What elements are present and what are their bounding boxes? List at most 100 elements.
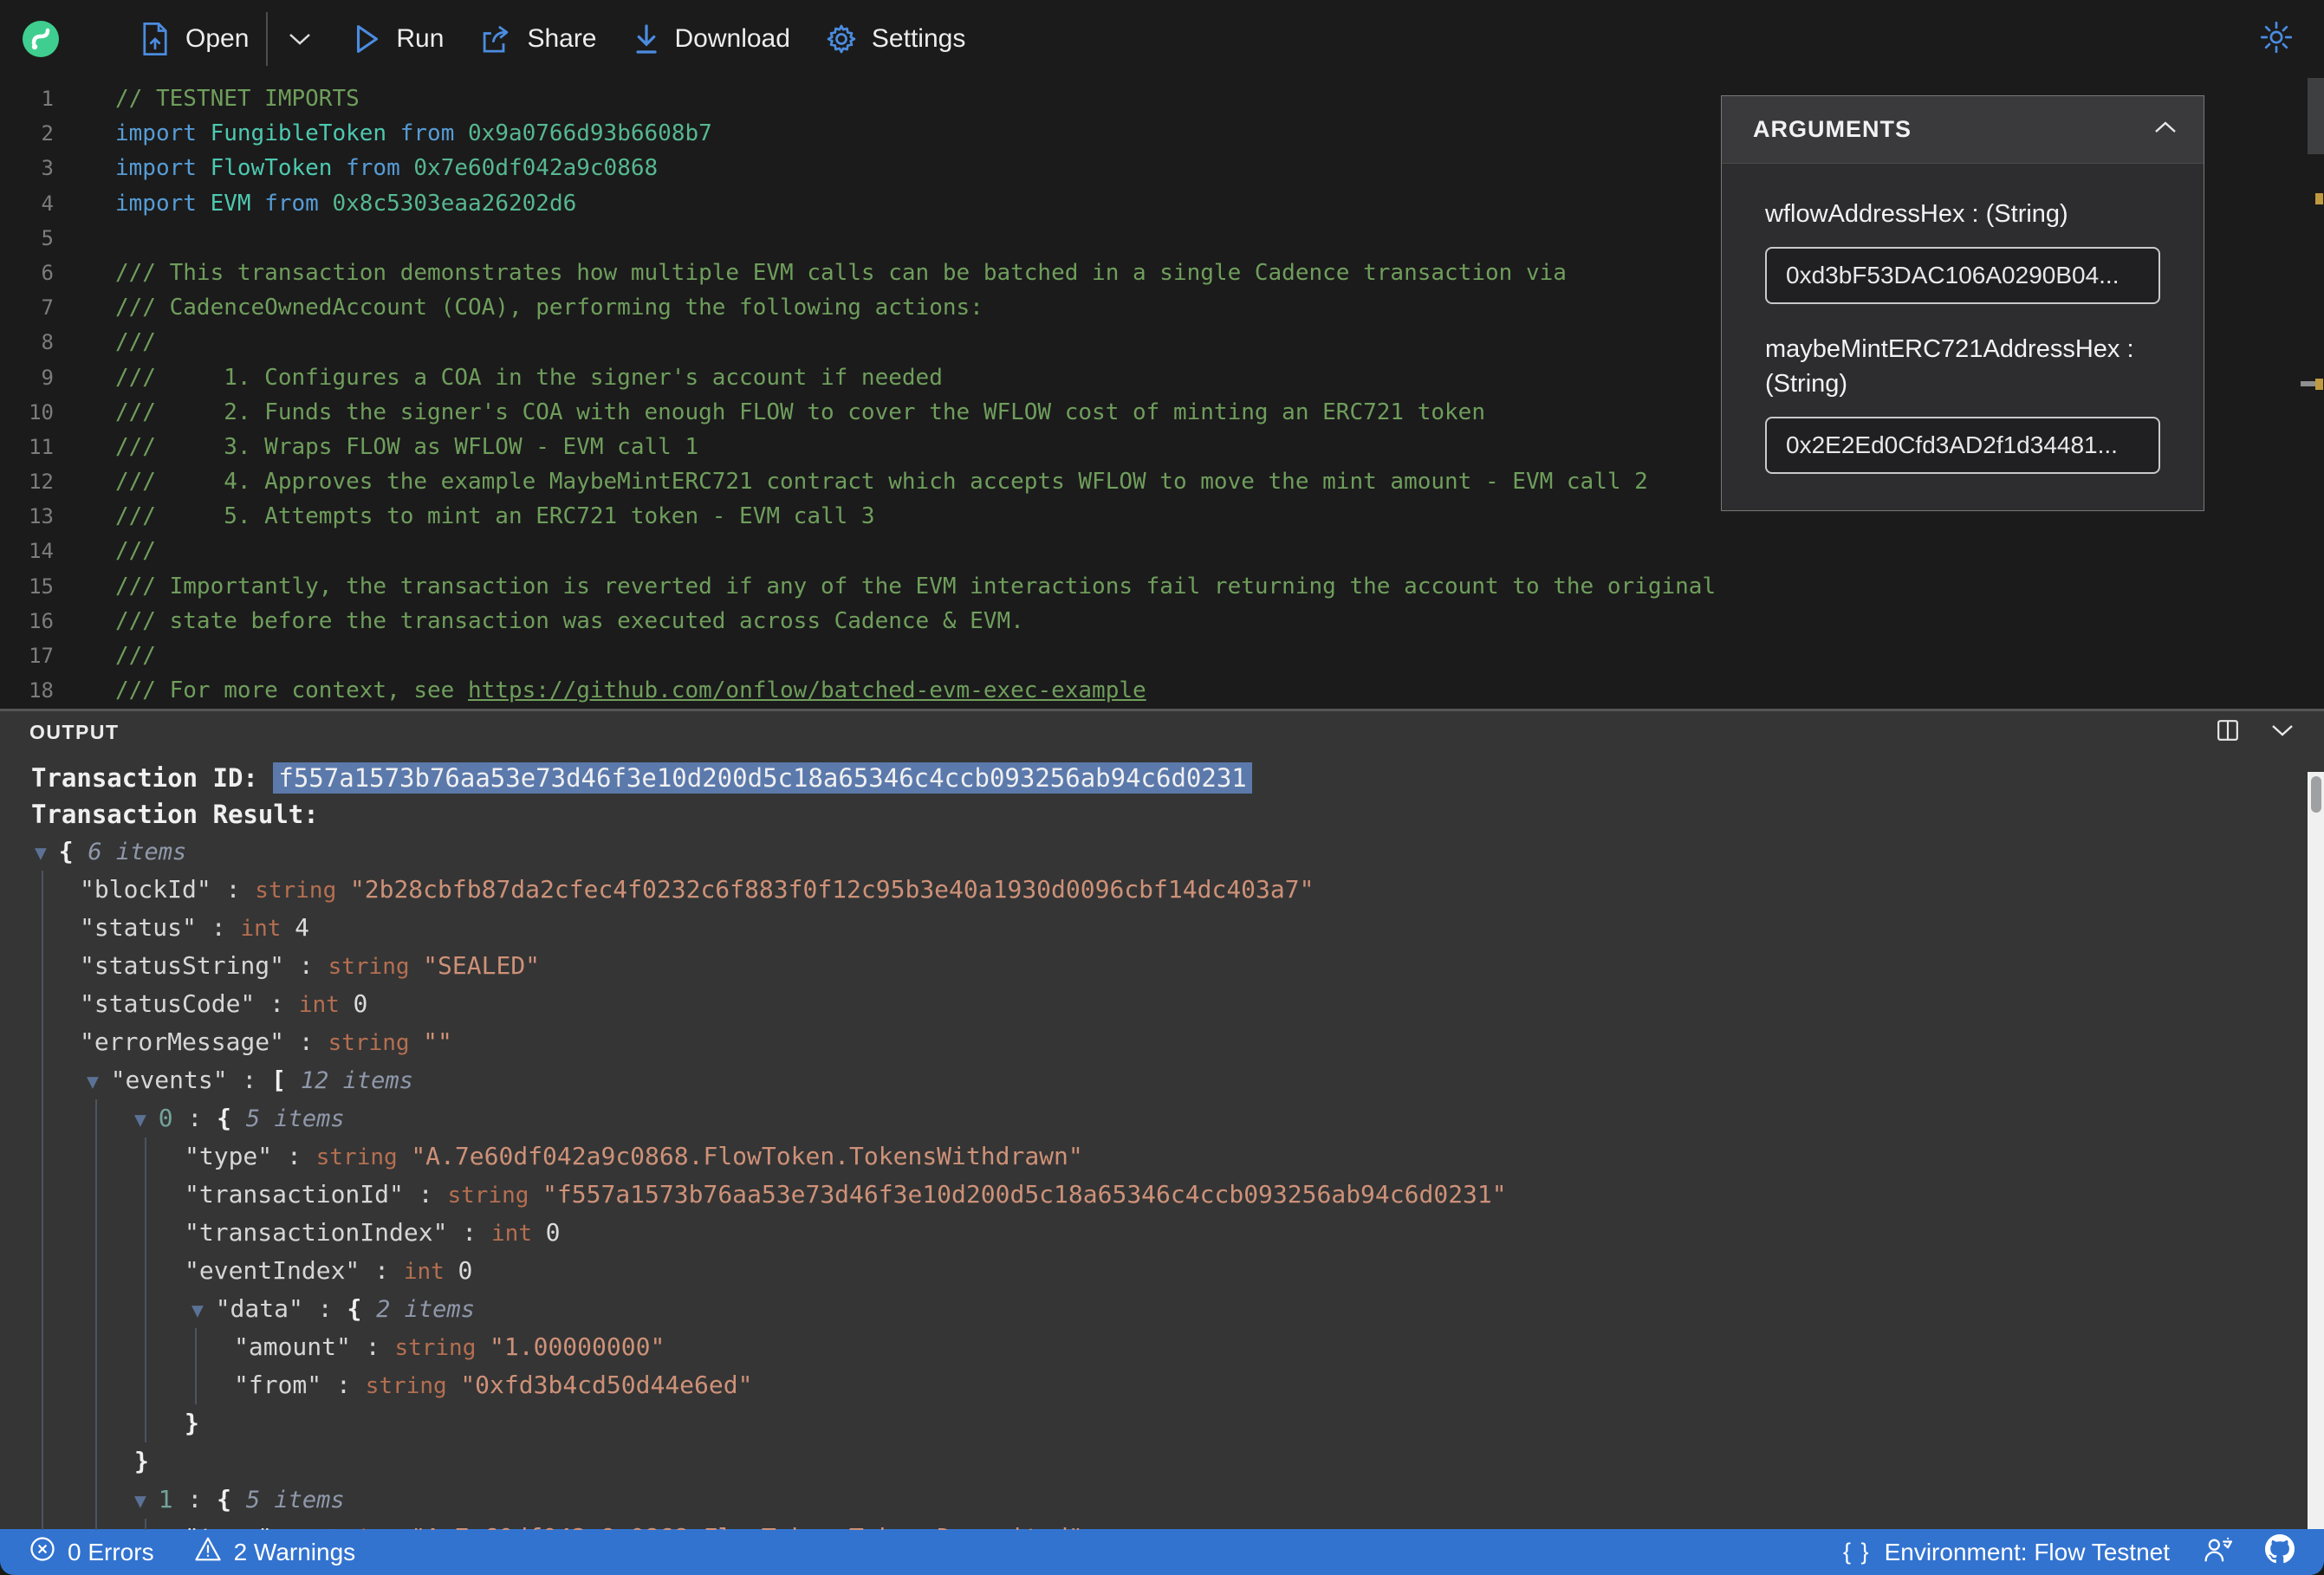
json-token: string <box>255 878 350 904</box>
code-token: /// 2. Funds the signer's COA with enoug… <box>115 399 1485 425</box>
collapse-toggle[interactable]: ▼ <box>87 1071 111 1093</box>
json-token: 0 <box>458 1256 473 1285</box>
line-number: 5 <box>41 225 54 250</box>
json-token: "data" <box>215 1294 303 1323</box>
line-number: 11 <box>29 434 54 459</box>
flow-logo-icon <box>23 21 59 57</box>
collapse-output-chevron-icon[interactable] <box>2270 723 2295 742</box>
code-token: from <box>399 120 469 147</box>
settings-label: Settings <box>871 24 966 53</box>
indent-guide <box>95 1290 97 1328</box>
indent-guide <box>95 1214 97 1252</box>
run-label: Run <box>396 24 445 53</box>
json-token: "transactionIndex" <box>185 1218 448 1247</box>
argument-input[interactable] <box>1765 247 2160 305</box>
json-token: 0 <box>353 989 368 1018</box>
editor-scrollbar[interactable] <box>2301 78 2324 709</box>
line-number: 17 <box>29 644 54 668</box>
gear-icon <box>827 24 856 54</box>
open-button[interactable]: Open <box>140 23 249 55</box>
transaction-result-label: Transaction Result: <box>31 800 319 829</box>
output-scrollbar-thumb[interactable] <box>2310 776 2321 813</box>
settings-button[interactable]: Settings <box>827 24 965 54</box>
environment-label: Environment: Flow Testnet <box>1884 1538 2170 1565</box>
indent-guide <box>145 1519 146 1530</box>
code-token: /// 3. Wraps FLOW as WFLOW - EVM call 1 <box>115 433 699 460</box>
output-row: } <box>0 1442 2324 1481</box>
code-token: /// <box>115 329 156 356</box>
indent-guide <box>145 1404 146 1442</box>
share-label: Share <box>527 24 597 53</box>
split-panel-icon[interactable] <box>2217 719 2239 746</box>
indent-guide <box>95 1481 97 1519</box>
json-token: : <box>272 1142 316 1170</box>
collapse-toggle[interactable]: ▼ <box>134 1109 159 1131</box>
errors-label: 0 Errors <box>68 1538 154 1565</box>
run-button[interactable]: Run <box>354 24 444 54</box>
output-scrollbar[interactable] <box>2308 772 2324 1529</box>
output-panel: OUTPUT Transaction ID: f557a1573b76aa53e… <box>0 709 2324 1530</box>
arguments-body: wflowAddressHex : (String) maybeMintERC72… <box>1722 164 2204 510</box>
json-token: "1.00000000" <box>490 1332 665 1361</box>
json-token: : <box>255 989 299 1018</box>
json-token: "amount" <box>234 1332 351 1361</box>
output-row: "type" : string "A.7e60df042a9c0868.Flow… <box>0 1138 2324 1176</box>
indent-guide <box>42 1138 43 1176</box>
code-editor[interactable]: 1 // TESTNET IMPORTS 2 import FungibleToken… <box>0 78 2324 709</box>
open-dropdown-button[interactable] <box>287 31 313 47</box>
braces-icon: { } <box>1843 1539 1871 1565</box>
output-row: "amount" : string "1.00000000" <box>0 1328 2324 1366</box>
indent-guide <box>42 1442 43 1481</box>
json-token: 5 items <box>245 1487 345 1513</box>
download-button[interactable]: Download <box>633 23 790 55</box>
output-row: } <box>0 1404 2324 1442</box>
error-circle-icon <box>29 1536 55 1568</box>
editor-scrollbar-thumb[interactable] <box>2308 78 2324 154</box>
errors-status[interactable]: 0 Errors <box>29 1536 154 1568</box>
code-line: 14 /// <box>0 534 2324 568</box>
indent-guide <box>95 1252 97 1290</box>
json-token: : <box>172 1485 217 1513</box>
output-row: "transactionId" : string "f557a1573b76aa… <box>0 1176 2324 1214</box>
collapse-toggle[interactable]: ▼ <box>192 1300 216 1322</box>
code-line: 18 /// For more context, see https://gith… <box>0 673 2324 708</box>
code-line: 15 /// Importantly, the transaction is re… <box>0 569 2324 604</box>
indent-guide <box>145 1290 146 1328</box>
transaction-id-label: Transaction ID: <box>31 763 274 793</box>
json-token: "A.7e60df042a9c0868.FlowToken.TokensWith… <box>411 1142 1083 1170</box>
json-token: "SEALED" <box>423 951 541 980</box>
json-token: } <box>185 1409 199 1437</box>
collapse-toggle[interactable]: ▼ <box>134 1490 159 1513</box>
arguments-panel-header[interactable]: ARGUMENTS <box>1722 96 2204 164</box>
code-line: 17 /// <box>0 638 2324 673</box>
code-token: /// <box>115 538 156 565</box>
json-token: } <box>134 1447 149 1475</box>
json-token: "2b28cbfb87da2cfec4f0232c6f883f0f12c95b3… <box>349 875 1315 904</box>
indent-guide <box>42 985 43 1023</box>
comment-link[interactable]: https://github.com/onflow/batched-evm-ex… <box>468 677 1146 703</box>
output-row: ▼ 1 : { 5 items <box>0 1481 2324 1519</box>
argument-input[interactable] <box>1765 417 2160 475</box>
share-button[interactable]: Share <box>480 24 597 54</box>
collapse-toggle[interactable]: ▼ <box>35 842 59 865</box>
code-token: 0x8c5303eaa26202d6 <box>332 190 577 217</box>
warnings-status[interactable]: 2 Warnings <box>194 1536 355 1568</box>
json-token: : <box>321 1371 366 1399</box>
code-token: /// 1. Configures a COA in the signer's … <box>115 364 943 391</box>
feedback-person-icon[interactable] <box>2203 1535 2232 1569</box>
indent-guide <box>145 1366 146 1404</box>
line-number: 9 <box>41 365 54 390</box>
indent-guide <box>145 1214 146 1252</box>
json-token: : <box>302 1294 347 1323</box>
json-token: 5 items <box>245 1105 345 1132</box>
github-icon[interactable] <box>2265 1534 2295 1570</box>
theme-toggle-sun-icon[interactable] <box>2260 21 2293 58</box>
json-token: int <box>403 1259 458 1285</box>
code-token: from <box>346 155 414 182</box>
indent-guide <box>42 1366 43 1404</box>
chevron-up-icon[interactable] <box>2153 120 2178 139</box>
json-token: "type" <box>185 1523 272 1530</box>
environment-status[interactable]: { } Environment: Flow Testnet <box>1843 1539 2170 1566</box>
json-token: "status" <box>80 913 197 942</box>
transaction-id-value: f557a1573b76aa53e73d46f3e10d200d5c18a653… <box>273 762 1252 794</box>
